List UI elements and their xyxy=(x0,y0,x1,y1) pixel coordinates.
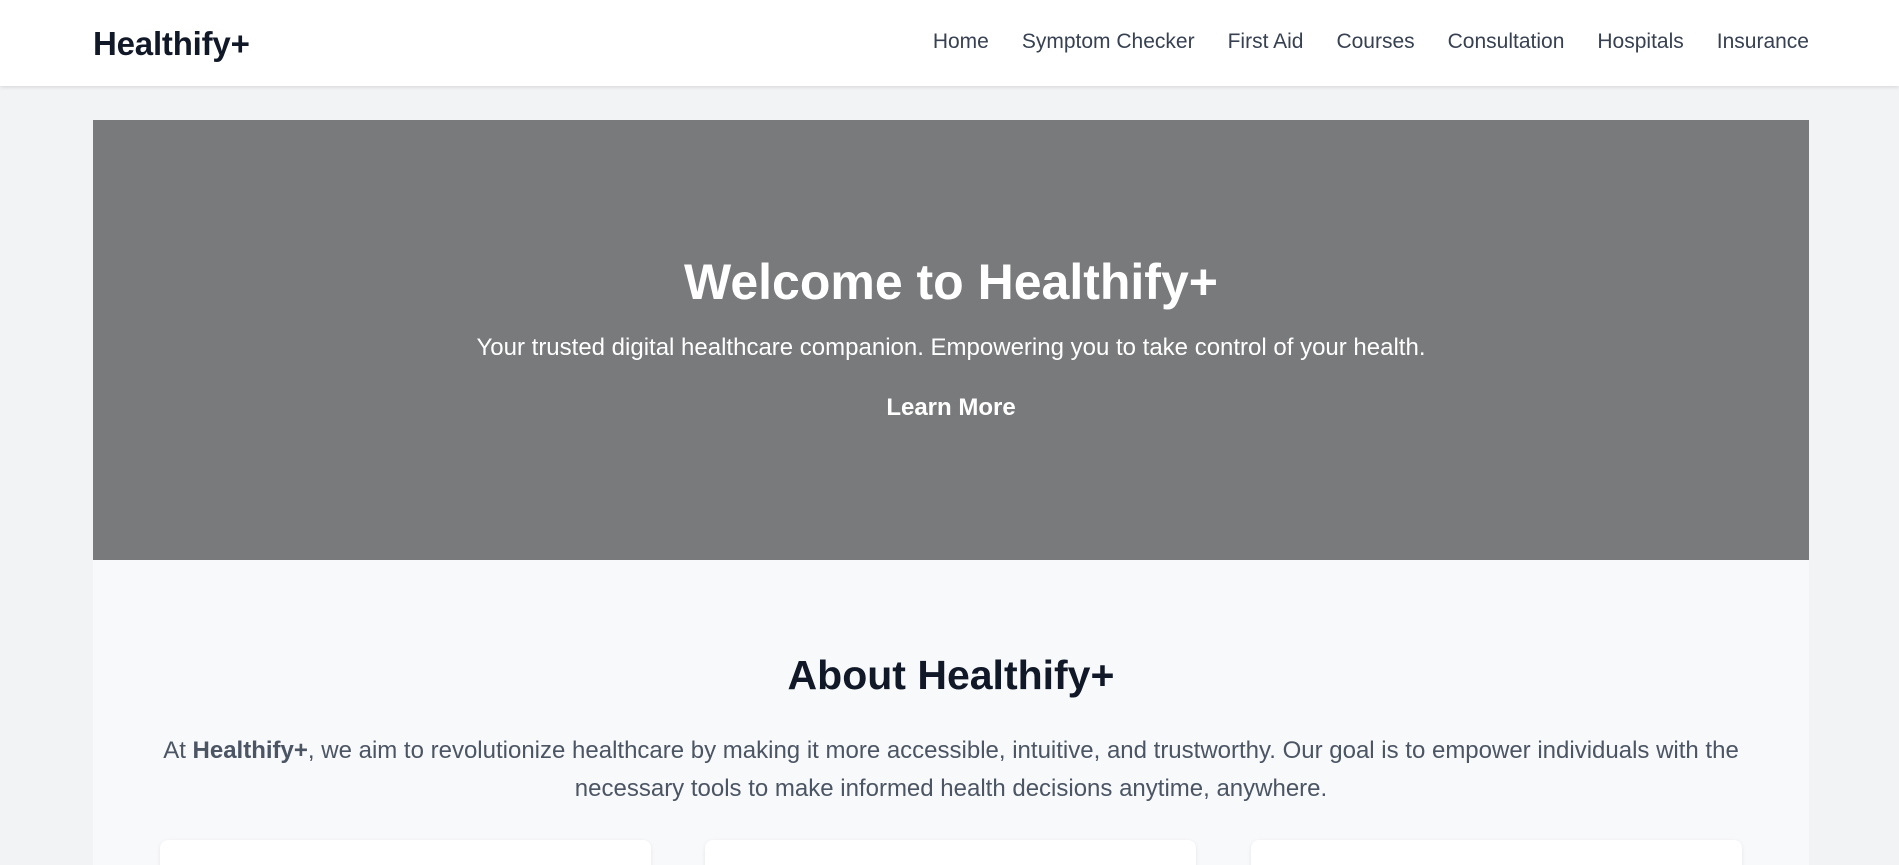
feature-card xyxy=(160,840,651,865)
nav-symptom-checker[interactable]: Symptom Checker xyxy=(1022,30,1195,54)
nav-consultation[interactable]: Consultation xyxy=(1448,30,1565,54)
feature-card xyxy=(705,840,1196,865)
nav-links: Home Symptom Checker First Aid Courses C… xyxy=(933,30,1809,54)
nav-hospitals[interactable]: Hospitals xyxy=(1597,30,1683,54)
about-text: At Healthify+, we aim to revolutionize h… xyxy=(163,732,1739,808)
about-section: About Healthify+ At Healthify+, we aim t… xyxy=(93,560,1809,865)
about-text-after: , we aim to revolutionize healthcare by … xyxy=(307,737,1739,802)
learn-more-button[interactable]: Learn More xyxy=(886,394,1015,422)
feature-card xyxy=(1251,840,1742,865)
about-text-before: At xyxy=(163,737,193,764)
nav-first-aid[interactable]: First Aid xyxy=(1228,30,1304,54)
hero-subtitle: Your trusted digital healthcare companio… xyxy=(476,334,1426,361)
about-title: About Healthify+ xyxy=(787,652,1115,698)
about-text-brand: Healthify+ xyxy=(192,737,308,764)
brand-logo[interactable]: Healthify+ xyxy=(93,25,250,63)
navbar: Healthify+ Home Symptom Checker First Ai… xyxy=(0,0,1899,86)
hero-banner: Welcome to Healthify+ Your trusted digit… xyxy=(93,120,1809,560)
nav-courses[interactable]: Courses xyxy=(1336,30,1414,54)
hero-title: Welcome to Healthify+ xyxy=(684,254,1218,310)
nav-insurance[interactable]: Insurance xyxy=(1717,30,1809,54)
nav-home[interactable]: Home xyxy=(933,30,989,54)
